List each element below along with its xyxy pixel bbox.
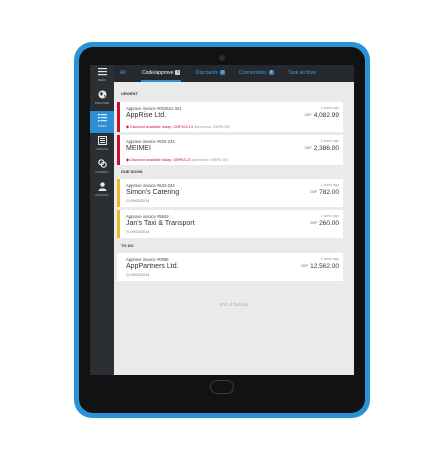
vendor-name: AppRise Ltd. xyxy=(126,112,167,119)
sidebar-item-account[interactable]: ACCOUNT xyxy=(90,180,114,202)
amount: GBP 782.00 xyxy=(310,189,339,196)
sidebar-item-tasks[interactable]: TASKS xyxy=(90,111,114,133)
amount-value: 2,386.00 xyxy=(313,145,339,152)
sidebar-item-menu[interactable]: MENU xyxy=(90,65,114,87)
invoice-title: Approve invoice #632-234 xyxy=(126,183,175,188)
invoice-title: Approve invoice #5642 xyxy=(126,214,169,219)
due-date: ◷ 09/02/2014 xyxy=(126,198,149,203)
end-of-list-text: End of Todo list xyxy=(219,302,249,307)
amount: GBP 4,082.99 xyxy=(305,112,339,119)
camera-icon xyxy=(219,55,225,61)
task-card[interactable]: Approve invoice #002521-341 AppRise Ltd.… xyxy=(117,102,343,132)
due-date-value: 09/22/2014 xyxy=(130,230,150,234)
task-list: URGENT Approve invoice #002521-341 AppRi… xyxy=(114,82,354,375)
sidebar-item-label: DISCOVER xyxy=(94,102,110,105)
app-screen: MENU DISCOVER TASKS CATALOG CONNECT ACCO… xyxy=(90,65,354,375)
discount-today: Discount available today: GBP103.13 xyxy=(129,125,193,129)
due-date: ◷ 09/22/2014 xyxy=(126,272,149,277)
currency: GBP xyxy=(300,264,309,268)
vendor-name: AppPartners Ltd. xyxy=(126,263,179,270)
task-card[interactable]: Approve invoice #5642 Jan's Taxi & Trans… xyxy=(117,210,343,238)
section-header-due-soon: DUE SOON xyxy=(121,169,143,174)
discount-note: ◆ Discount available today: GBP63.23 (to… xyxy=(126,157,228,162)
catalog-icon xyxy=(97,136,107,148)
sidebar-item-connect[interactable]: CONNECT xyxy=(90,157,114,179)
tab-discounts[interactable]: Discounts 2 xyxy=(196,65,225,82)
time-ago: 1 week ago xyxy=(320,183,339,187)
tab-label: Code/approve xyxy=(142,70,174,76)
tab-count-badge: 2 xyxy=(219,70,225,75)
sidebar-item-label: ACCOUNT xyxy=(95,194,109,197)
invoice-title: Approve invoice #002521-341 xyxy=(126,106,182,111)
tab-label: All xyxy=(120,70,126,76)
time-ago: 1 week ago xyxy=(320,139,339,143)
invoice-title: Approve invoice #0056 xyxy=(126,257,169,262)
tab-task-archive[interactable]: Task archive xyxy=(288,65,316,82)
vendor-name: Jan's Taxi & Transport xyxy=(126,220,195,227)
amount-value: 12,562.00 xyxy=(310,263,339,270)
amount: GBP 12,562.00 xyxy=(301,263,339,270)
currency: GBP xyxy=(309,190,318,194)
section-header-to-do: TO DO xyxy=(121,243,134,248)
tab-connections[interactable]: Connections 3 xyxy=(239,65,274,82)
user-icon xyxy=(98,182,107,194)
task-card[interactable]: Approve invoice #0056 AppPartners Ltd. 1… xyxy=(117,253,343,281)
amount-value: 782.00 xyxy=(319,189,339,196)
tab-count-badge: 3 xyxy=(268,70,274,75)
task-card[interactable]: Approve invoice #632-234 Simon's Caterin… xyxy=(117,179,343,207)
sidebar-item-catalog[interactable]: CATALOG xyxy=(90,134,114,156)
sidebar-item-label: CONNECT xyxy=(95,171,109,174)
tab-count-badge: 5 xyxy=(175,70,181,75)
sidebar-item-label: TASKS xyxy=(97,125,107,128)
home-button[interactable] xyxy=(210,380,234,394)
time-ago: 1 week ago xyxy=(320,214,339,218)
sidebar: MENU DISCOVER TASKS CATALOG CONNECT ACCO… xyxy=(90,65,114,375)
vendor-name: MEIMEI xyxy=(126,145,151,152)
sidebar-item-label: CATALOG xyxy=(95,148,109,151)
invoice-title: Approve invoice #632-234 xyxy=(126,139,175,144)
amount-value: 260.00 xyxy=(319,220,339,227)
currency: GBP xyxy=(304,113,312,117)
discount-today: Discount available today: GBP63.23 xyxy=(129,158,191,162)
tab-label: Task archive xyxy=(288,70,316,76)
menu-icon xyxy=(97,67,107,79)
tab-bar: All Code/approve 5 Discounts 2 Connections… xyxy=(114,65,354,82)
tab-label: Discounts xyxy=(196,70,218,76)
discount-tomorrow: (tomorrow: GBP5.06) xyxy=(190,158,228,162)
task-card[interactable]: Approve invoice #632-234 MEIMEI 1 week a… xyxy=(117,135,343,165)
amount-value: 4,082.99 xyxy=(313,112,339,119)
amount: GBP 2,386.00 xyxy=(305,145,339,152)
sidebar-item-label: MENU xyxy=(97,79,107,82)
sidebar-item-discover[interactable]: DISCOVER xyxy=(90,88,114,110)
currency: GBP xyxy=(309,221,318,225)
tab-label: Connections xyxy=(239,70,267,76)
tasks-icon xyxy=(97,113,107,125)
due-date-value: 09/02/2014 xyxy=(130,199,150,203)
time-ago: 1 week ago xyxy=(320,106,339,110)
link-icon xyxy=(97,159,107,171)
discount-note: ◆ Discount available today: GBP103.13 (t… xyxy=(126,124,230,129)
amount: GBP 260.00 xyxy=(310,220,339,227)
tab-all[interactable]: All xyxy=(120,65,126,82)
discount-tomorrow: (tomorrow: GBP6.06) xyxy=(192,125,230,129)
due-date-value: 09/22/2014 xyxy=(130,273,150,277)
due-date: ◷ 09/22/2014 xyxy=(126,229,149,234)
section-header-urgent: URGENT xyxy=(121,91,138,96)
currency: GBP xyxy=(304,146,312,150)
globe-icon xyxy=(98,90,107,102)
time-ago: 1 week ago xyxy=(320,257,339,261)
vendor-name: Simon's Catering xyxy=(126,189,180,196)
